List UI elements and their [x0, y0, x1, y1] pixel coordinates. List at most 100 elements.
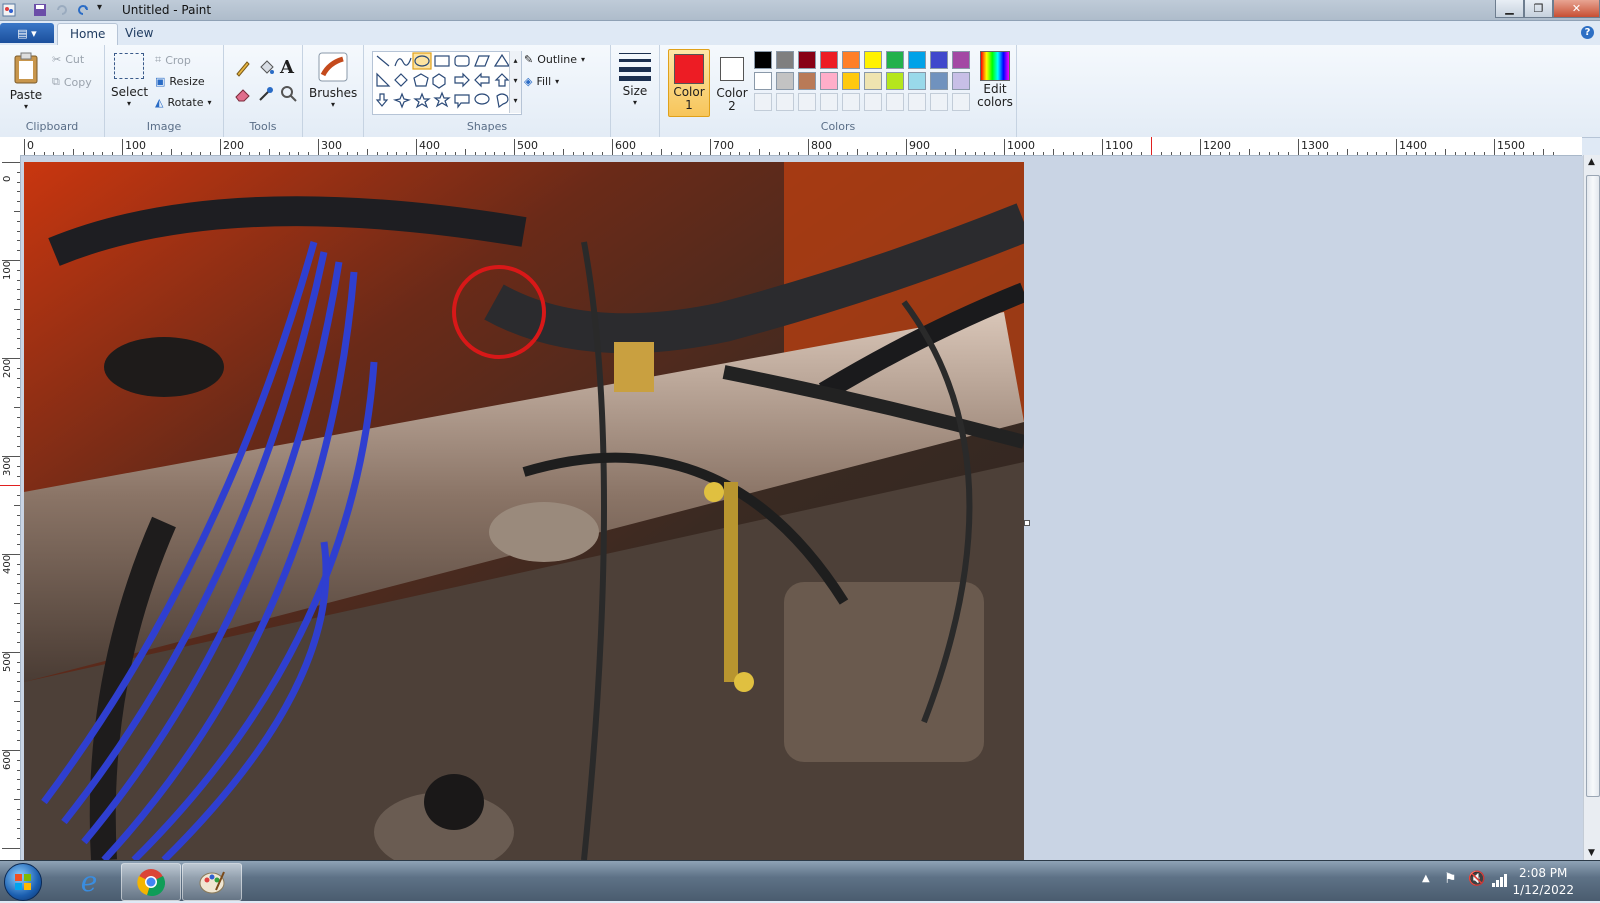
custom-swatch[interactable] [798, 93, 816, 111]
ruler-tick [1288, 152, 1290, 155]
palette-swatch[interactable] [754, 51, 772, 69]
palette-swatch[interactable] [930, 72, 948, 90]
palette-swatch[interactable] [798, 72, 816, 90]
rotate-button[interactable]: ◭ Rotate ▾ [155, 96, 212, 109]
taskbar-paint[interactable] [182, 863, 242, 901]
color1-number: 1 [685, 98, 693, 112]
taskbar: e ▲ ⚑ 🔇 2:08 PM 1/12/2022 [0, 860, 1600, 901]
ruler-tick [572, 152, 574, 155]
palette-swatch[interactable] [952, 72, 970, 90]
fill-button[interactable]: ◈ Fill ▾ [524, 75, 559, 88]
scrollbar-thumb[interactable] [1586, 175, 1600, 797]
size-button[interactable]: Size ▾ [616, 51, 654, 107]
custom-swatch[interactable] [754, 93, 772, 111]
ruler-tick [621, 152, 623, 155]
paint-app-icon[interactable] [2, 3, 16, 17]
ruler-tick [17, 367, 20, 369]
palette-swatch[interactable] [864, 72, 882, 90]
palette-swatch[interactable] [820, 51, 838, 69]
palette-swatch[interactable] [886, 72, 904, 90]
start-button[interactable] [4, 863, 42, 901]
custom-swatch[interactable] [776, 93, 794, 111]
palette-swatch[interactable] [864, 51, 882, 69]
palette-swatch[interactable] [908, 51, 926, 69]
save-icon[interactable] [33, 3, 47, 17]
paint-menu-button[interactable]: ▤ ▾ [0, 23, 54, 43]
pencil-icon[interactable] [234, 59, 252, 77]
ruler-tick [896, 152, 898, 155]
paint-palette-icon [199, 871, 225, 894]
resize-button[interactable]: ▣ Resize [155, 75, 205, 88]
ruler-label: 500 [517, 139, 538, 152]
palette-swatch[interactable] [930, 51, 948, 69]
palette-swatch[interactable] [886, 51, 904, 69]
magnifier-icon[interactable] [280, 85, 298, 103]
crop-button[interactable]: ⌗ Crop [155, 53, 191, 67]
ruler-tick [1396, 139, 1397, 155]
minimize-button[interactable]: ▁ [1495, 0, 1524, 18]
palette-swatch[interactable] [842, 51, 860, 69]
ruler-tick [17, 397, 20, 399]
palette-swatch[interactable] [820, 72, 838, 90]
custom-swatch[interactable] [864, 93, 882, 111]
palette-swatch[interactable] [908, 72, 926, 90]
custom-swatch[interactable] [886, 93, 904, 111]
palette-swatch[interactable] [754, 72, 772, 90]
shapes-scroll[interactable]: ▴ ▾ ▾ [509, 51, 521, 113]
palette-swatch[interactable] [842, 72, 860, 90]
palette-swatch[interactable] [776, 51, 794, 69]
system-clock[interactable]: 2:08 PM 1/12/2022 [1512, 865, 1574, 899]
undo-icon[interactable] [76, 3, 90, 17]
text-tool-icon[interactable]: A [280, 57, 294, 78]
color-picker-icon[interactable] [257, 85, 275, 103]
volume-muted-icon[interactable]: 🔇 [1468, 871, 1485, 887]
ruler-label: 0 [27, 139, 34, 152]
cut-button[interactable]: ✂ Cut [52, 53, 84, 66]
scroll-down-icon[interactable]: ▼ [1588, 848, 1595, 858]
canvas-image[interactable] [24, 162, 1024, 860]
brushes-button[interactable]: Brushes ▾ [309, 51, 357, 109]
copy-button[interactable]: ⧉ Copy [52, 75, 92, 89]
palette-swatch[interactable] [798, 51, 816, 69]
ruler-tick [269, 149, 270, 155]
taskbar-chrome[interactable] [121, 863, 181, 901]
close-button[interactable]: ✕ [1553, 0, 1600, 18]
select-button[interactable]: Select ▾ [111, 53, 148, 108]
scroll-up-icon[interactable]: ▲ [1588, 157, 1595, 167]
palette-swatch[interactable] [776, 72, 794, 90]
color1-button[interactable]: Color 1 [668, 49, 710, 117]
ruler-tick [17, 475, 20, 477]
tab-view[interactable]: View [113, 23, 165, 44]
shapes-gallery[interactable] [372, 51, 522, 115]
shapes-gallery-icons [375, 52, 511, 109]
custom-swatch[interactable] [842, 93, 860, 111]
palette-swatch[interactable] [952, 51, 970, 69]
color2-button[interactable]: Color 2 [712, 49, 752, 115]
select-dropdown-icon: ▾ [126, 99, 131, 108]
undo-disabled-icon[interactable] [55, 3, 69, 17]
edit-colors-button[interactable]: Edit colors [976, 51, 1014, 109]
paste-button[interactable]: Paste ▾ [8, 51, 44, 111]
ruler-tick [514, 139, 515, 155]
quick-access-dropdown-icon[interactable]: ▾ [97, 2, 102, 13]
ruler-tick [1190, 152, 1192, 155]
eraser-icon[interactable] [234, 85, 252, 103]
custom-swatch[interactable] [952, 93, 970, 111]
custom-swatch[interactable] [908, 93, 926, 111]
ruler-label: 100 [125, 139, 146, 152]
outline-button[interactable]: ✎ Outline ▾ [524, 53, 585, 66]
network-signal-icon[interactable] [1492, 873, 1508, 887]
maximize-button[interactable]: ❐ [1524, 0, 1553, 18]
action-center-icon[interactable]: ⚑ [1444, 871, 1457, 887]
vertical-scrollbar[interactable]: ▲ ▼ [1583, 155, 1600, 860]
custom-swatch[interactable] [930, 93, 948, 111]
taskbar-internet-explorer[interactable]: e [60, 863, 118, 899]
ruler-label: 1400 [1399, 139, 1427, 152]
help-icon[interactable]: ? [1581, 26, 1594, 39]
show-hidden-icons-icon[interactable]: ▲ [1422, 873, 1430, 884]
ruler-tick [906, 139, 907, 155]
tab-home[interactable]: Home [57, 23, 119, 46]
fill-bucket-icon[interactable] [257, 59, 275, 77]
custom-swatch[interactable] [820, 93, 838, 111]
canvas-resize-handle[interactable] [1024, 520, 1030, 526]
